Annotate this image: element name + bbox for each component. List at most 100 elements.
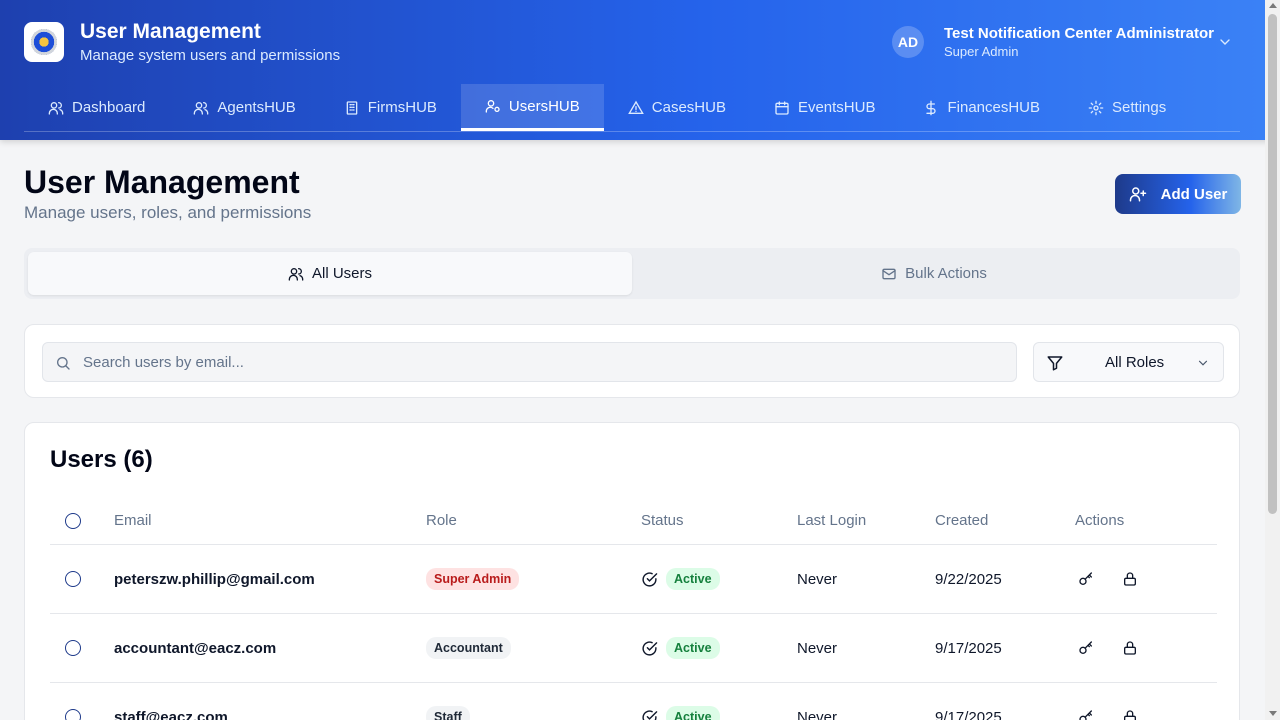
search-input[interactable] <box>83 343 1003 381</box>
view-tabs: All Users Bulk Actions <box>24 248 1240 299</box>
nav-item-caseshub[interactable]: CasesHUB <box>604 84 750 131</box>
tab-all-users[interactable]: All Users <box>28 252 632 295</box>
lock-icon <box>1124 710 1136 720</box>
nav-label: AgentsHUB <box>217 99 296 116</box>
key-icon <box>1079 641 1092 654</box>
nav-label: Dashboard <box>72 99 146 116</box>
column-header-status[interactable]: Status <box>641 497 684 544</box>
column-header-actions: Actions <box>1075 512 1125 529</box>
user-plus-icon <box>1129 187 1146 202</box>
alert-triangle-icon <box>627 100 644 114</box>
last-login: Never <box>797 639 838 657</box>
calendar-icon <box>775 100 789 115</box>
column-header-email[interactable]: Email <box>114 497 152 544</box>
mail-icon <box>882 268 896 279</box>
users-icon <box>288 267 304 281</box>
nav-item-eventshub[interactable]: EventsHUB <box>750 84 900 131</box>
lock-icon <box>1124 572 1136 586</box>
reset-password-button[interactable] <box>1075 568 1097 590</box>
nav-item-financeshub[interactable]: FinancesHUB <box>899 84 1064 131</box>
nav-label: FirmsHUB <box>367 99 437 116</box>
reset-password-button[interactable] <box>1075 637 1097 659</box>
tab-label: Bulk Actions <box>905 265 987 282</box>
row-select-radio[interactable] <box>65 571 81 587</box>
dollar-icon <box>926 100 937 115</box>
tab-label: All Users <box>311 265 372 282</box>
nav-item-firmshub[interactable]: FirmsHUB <box>320 84 461 131</box>
user-cog-icon <box>485 100 500 113</box>
users-icon <box>194 101 209 115</box>
filter-icon <box>1047 356 1063 371</box>
nav-label: CasesHUB <box>651 99 726 116</box>
nav-item-dashboard[interactable]: Dashboard <box>24 84 169 131</box>
role-badge: Super Admin <box>426 568 520 590</box>
table-header-row: Email Role Status Last Login Created Act… <box>50 497 1217 545</box>
chevron-down-icon <box>1198 360 1208 366</box>
page-title: User Management <box>24 164 300 200</box>
created-date: 9/22/2025 <box>935 570 1002 588</box>
lock-user-button[interactable] <box>1119 637 1141 659</box>
check-circle-icon <box>642 571 658 587</box>
scroll-down-arrow-icon[interactable] <box>1269 711 1277 716</box>
column-header-last-login[interactable]: Last Login <box>797 497 866 544</box>
avatar[interactable]: AD <box>892 26 924 58</box>
scrollbar-thumb[interactable] <box>1268 14 1277 514</box>
seal-icon <box>31 29 57 55</box>
chevron-down-icon[interactable] <box>1216 34 1234 50</box>
nav-label: FinancesHUB <box>947 99 1041 116</box>
last-login: Never <box>797 570 838 588</box>
user-role: Super Admin <box>944 44 1019 59</box>
users-title: Users (6) <box>50 446 153 473</box>
user-name[interactable]: Test Notification Center Administrator <box>944 25 1214 42</box>
nav-label: Settings <box>1112 99 1167 116</box>
add-user-label: Add User <box>1160 185 1228 203</box>
scroll-up-arrow-icon[interactable] <box>1269 3 1277 8</box>
app-header: User Management Manage system users and … <box>0 0 1280 140</box>
user-email: staff@eacz.com <box>114 708 228 720</box>
created-date: 9/17/2025 <box>935 639 1002 657</box>
role-filter-select[interactable]: All Roles <box>1033 342 1224 382</box>
search-box <box>42 342 1017 382</box>
app-logo[interactable] <box>24 22 64 62</box>
nav-item-agentshub[interactable]: AgentsHUB <box>169 84 319 131</box>
user-email: accountant@eacz.com <box>114 639 277 657</box>
lock-icon <box>1124 641 1136 655</box>
filter-card: All Roles <box>24 324 1240 398</box>
row-select-radio[interactable] <box>65 640 81 656</box>
status-badge: Active <box>666 637 720 659</box>
nav-item-settings[interactable]: Settings <box>1064 84 1190 131</box>
key-icon <box>1079 710 1092 720</box>
lock-user-button[interactable] <box>1119 568 1141 590</box>
check-circle-icon <box>642 640 658 656</box>
status-badge: Active <box>666 706 720 720</box>
check-circle-icon <box>642 709 658 720</box>
role-filter-value: All Roles <box>1105 354 1165 371</box>
reset-password-button[interactable] <box>1075 706 1097 720</box>
users-table: Email Role Status Last Login Created Act… <box>50 497 1217 720</box>
nav-label: EventsHUB <box>797 99 876 116</box>
lock-user-button[interactable] <box>1119 706 1141 720</box>
nav-item-usershub[interactable]: UsersHUB <box>460 84 604 131</box>
app-title: User Management <box>80 20 261 43</box>
created-date: 9/17/2025 <box>935 708 1002 720</box>
building-icon <box>346 100 358 115</box>
table-row: accountant@eacz.com Accountant Active Ne… <box>50 614 1217 683</box>
users-icon <box>48 101 64 115</box>
column-header-role[interactable]: Role <box>426 497 457 544</box>
users-card: Users (6) Email Role Status Last Login C… <box>24 422 1240 720</box>
column-header-created[interactable]: Created <box>935 497 988 544</box>
last-login: Never <box>797 708 838 720</box>
select-all-radio[interactable] <box>65 512 81 529</box>
table-row: staff@eacz.com Staff Active Never 9/17/2… <box>50 683 1217 720</box>
main-nav: Dashboard AgentsHUB FirmsHUB UsersHUB Ca… <box>24 84 1240 132</box>
role-badge: Accountant <box>426 637 511 659</box>
gear-icon <box>1088 100 1104 115</box>
row-select-radio[interactable] <box>65 709 81 720</box>
tab-bulk-actions[interactable]: Bulk Actions <box>632 252 1236 295</box>
search-icon <box>57 357 70 370</box>
nav-label: UsersHUB <box>508 97 580 115</box>
add-user-button[interactable]: Add User <box>1115 174 1241 214</box>
page-subtitle: Manage users, roles, and permissions <box>24 203 312 222</box>
role-badge: Staff <box>426 706 470 720</box>
status-badge: Active <box>666 568 720 590</box>
